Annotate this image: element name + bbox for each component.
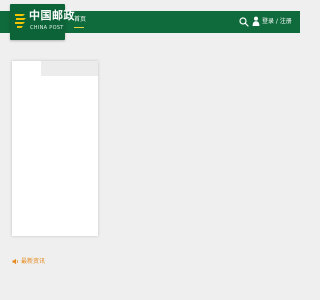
nav-home-underline bbox=[74, 27, 84, 28]
login-register-link[interactable]: 登录 / 注册 bbox=[262, 18, 292, 26]
logo-mark-icon bbox=[15, 14, 26, 28]
nav-home[interactable]: 首页 bbox=[74, 16, 86, 24]
logo-name-cn: 中国邮政 bbox=[29, 9, 75, 22]
search-icon[interactable] bbox=[239, 17, 249, 27]
latest-news-title: 最新资讯 bbox=[21, 258, 46, 265]
speaker-icon bbox=[12, 258, 18, 265]
user-icon[interactable] bbox=[252, 16, 260, 26]
china-post-logo[interactable]: 中国邮政 CHINA POST bbox=[10, 4, 75, 40]
logo-name-en: CHINA POST bbox=[30, 25, 64, 31]
card-tab bbox=[41, 61, 98, 76]
content-card bbox=[12, 61, 98, 236]
